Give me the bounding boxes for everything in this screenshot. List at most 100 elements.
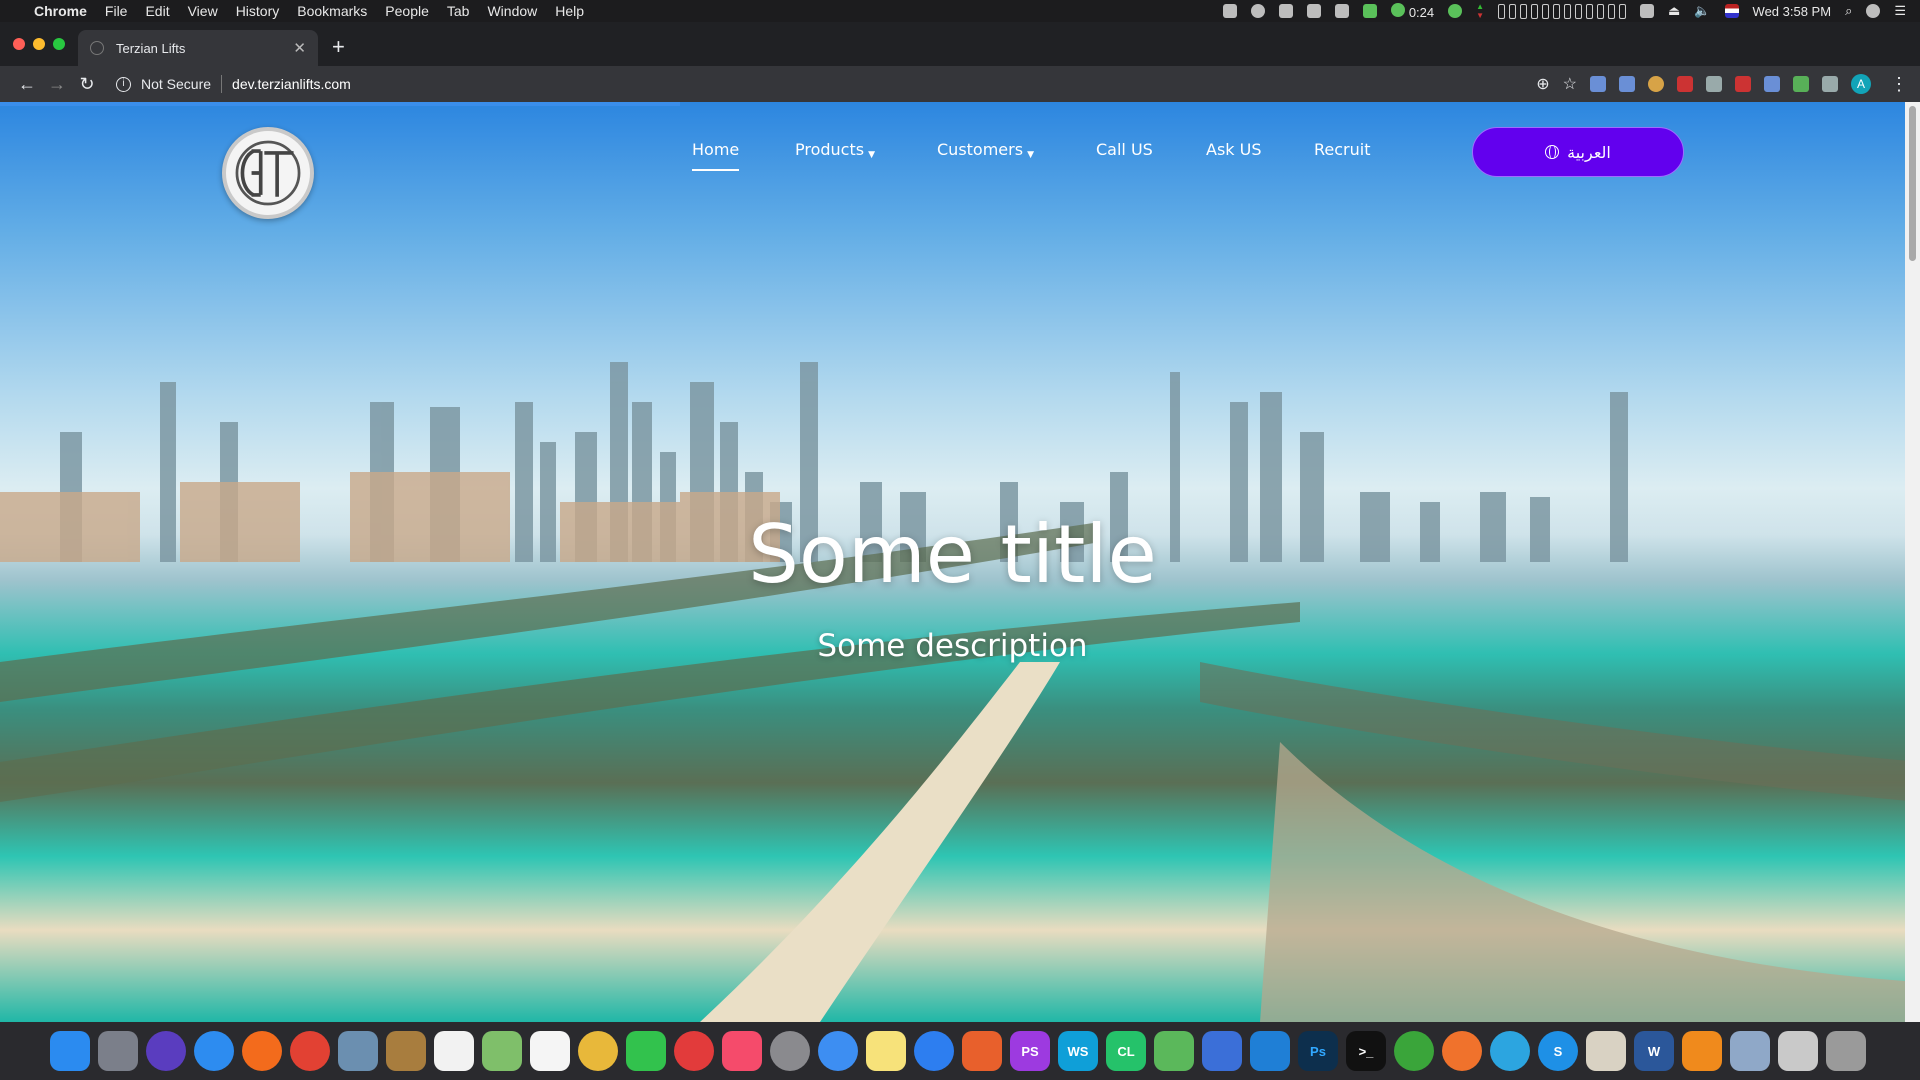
upload-cloud-icon[interactable] [1307,4,1322,18]
volume-icon[interactable]: 🔈 [1694,3,1710,19]
keyboard-icon[interactable] [1640,4,1655,18]
menu-help[interactable]: Help [555,3,584,19]
terminal-icon[interactable]: >_ [1346,1031,1386,1071]
postman-icon[interactable] [1442,1031,1482,1071]
siri-dock-icon[interactable] [146,1031,186,1071]
menu-people[interactable]: People [385,3,429,19]
language-switch-button[interactable]: العربية [1472,127,1684,177]
facetime-icon[interactable] [626,1031,666,1071]
maps-icon[interactable] [482,1031,522,1071]
bookmark-star-icon[interactable]: ☆ [1563,74,1577,94]
image-capture-icon[interactable] [1730,1031,1770,1071]
nav-home[interactable]: Home [692,140,740,171]
vlc-icon[interactable] [1682,1031,1722,1071]
menu-tab[interactable]: Tab [447,3,470,19]
profile-avatar[interactable]: A [1851,74,1871,94]
site-logo[interactable] [222,127,314,219]
close-window-button[interactable] [13,38,25,50]
tab-terzian-lifts[interactable]: Terzian Lifts ✕ [78,30,318,66]
nav-ask-us[interactable]: Ask US [1206,140,1262,159]
save-extension-icon[interactable] [1619,76,1635,92]
word-icon[interactable]: W [1634,1031,1674,1071]
menu-window[interactable]: Window [487,3,537,19]
photos-icon[interactable] [578,1031,618,1071]
finder-icon[interactable] [50,1031,90,1071]
nav-customers[interactable]: Customers ▼ [937,140,1034,160]
translate-extension-icon[interactable] [1590,76,1606,92]
notification-center-icon[interactable]: ☰ [1894,3,1906,19]
page-scrollbar[interactable] [1905,102,1920,1022]
menu-file[interactable]: File [105,3,128,19]
app-store-icon[interactable] [914,1031,954,1071]
archive-utility-icon[interactable] [1586,1031,1626,1071]
ghost-extension-icon[interactable] [1706,76,1722,92]
chrome-dock-icon[interactable] [290,1031,330,1071]
webstorm-icon[interactable]: WS [1058,1031,1098,1071]
address-bar[interactable]: i Not Secure dev.terzianlifts.com [116,70,1486,98]
matlab-icon[interactable] [962,1031,1002,1071]
cookie-extension-icon[interactable] [1648,76,1664,92]
nav-products[interactable]: Products ▼ [795,140,875,160]
network-monitor[interactable]: ▲ ▼ [1476,2,1484,20]
scrollbar-thumb[interactable] [1909,106,1916,261]
security-label[interactable]: Not Secure [141,76,211,92]
dropbox-icon[interactable] [1279,4,1294,18]
display-icon[interactable] [1335,4,1350,18]
back-button[interactable]: ← [12,74,42,95]
info-icon[interactable]: i [116,76,131,92]
cloud-status-icon[interactable] [1251,4,1266,18]
bug-icon[interactable] [1363,4,1378,18]
us-flag-extension-icon[interactable] [1735,76,1751,92]
chrome-menu-icon[interactable]: ⋮ [1890,74,1908,95]
map-pin-extension-icon[interactable] [1793,76,1809,92]
android-studio-icon[interactable] [1154,1031,1194,1071]
telegram-icon[interactable] [1490,1031,1530,1071]
preview-icon[interactable] [338,1031,378,1071]
trash-icon[interactable] [1826,1031,1866,1071]
nav-recruit[interactable]: Recruit [1314,140,1370,159]
phpstorm-icon[interactable]: PS [1010,1031,1050,1071]
spotlight-search-icon[interactable]: ⌕ [1845,3,1852,19]
close-tab-icon[interactable]: ✕ [293,39,306,57]
menu-bookmarks[interactable]: Bookmarks [297,3,367,19]
skype-icon[interactable]: S [1538,1031,1578,1071]
forward-button[interactable]: → [42,74,72,95]
flag-extension-icon[interactable] [1677,76,1693,92]
menu-app-chrome[interactable]: Chrome [34,3,87,19]
downloads-folder-icon[interactable] [1778,1031,1818,1071]
menu-history[interactable]: History [236,3,280,19]
messages-icon[interactable] [818,1031,858,1071]
itunes-icon[interactable] [722,1031,762,1071]
calendar-icon[interactable] [434,1031,474,1071]
menu-edit[interactable]: Edit [145,3,169,19]
xcode-icon[interactable] [1202,1031,1242,1071]
puzzle-extension-icon[interactable] [1822,76,1838,92]
vscode-icon[interactable] [1250,1031,1290,1071]
minimize-window-button[interactable] [33,38,45,50]
launchpad-icon[interactable] [98,1031,138,1071]
fullscreen-window-button[interactable] [53,38,65,50]
news-icon[interactable] [674,1031,714,1071]
stack-extension-icon[interactable] [1764,76,1780,92]
virus-scanner-icon[interactable] [1394,1031,1434,1071]
system-preferences-icon[interactable] [770,1031,810,1071]
nav-call-us[interactable]: Call US [1096,140,1153,159]
zoom-icon[interactable]: ⊕ [1536,74,1549,94]
notefile-icon[interactable] [386,1031,426,1071]
menu-view[interactable]: View [188,3,218,19]
clion-icon[interactable]: CL [1106,1031,1146,1071]
vlc-status-icon[interactable] [1223,4,1238,18]
photoshop-icon[interactable]: Ps [1298,1031,1338,1071]
firefox-icon[interactable] [242,1031,282,1071]
clock[interactable]: Wed 3:58 PM [1753,4,1832,19]
reminders-icon[interactable] [530,1031,570,1071]
us-flag-icon[interactable] [1724,4,1739,18]
cpu-meter[interactable] [1498,3,1627,19]
safari-icon[interactable] [194,1031,234,1071]
reload-button[interactable]: ↻ [72,74,102,95]
url-text[interactable]: dev.terzianlifts.com [232,76,351,92]
eject-icon[interactable]: ⏏ [1668,3,1680,19]
battery-timer[interactable]: 0:24 [1391,2,1434,20]
siri-icon[interactable] [1866,4,1881,18]
pie-chart-icon[interactable] [1448,4,1463,18]
